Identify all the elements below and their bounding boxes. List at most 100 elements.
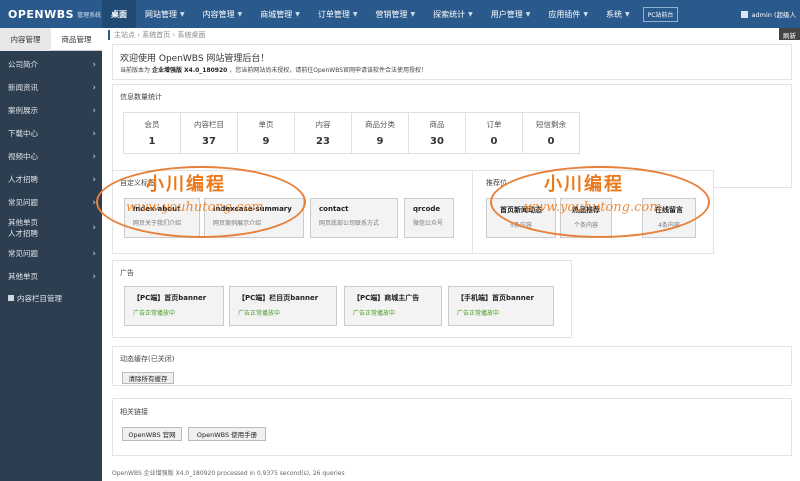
recommended-card[interactable]: 热品推荐 个条内容: [560, 198, 612, 238]
grid-icon: [8, 295, 14, 301]
sidebar-item-recruitment[interactable]: 人才招聘 ›: [0, 168, 102, 191]
nav-content-management[interactable]: 内容管理 ▼: [194, 0, 252, 28]
caret-down-icon: ▼: [295, 10, 300, 18]
openwbs-manual-link[interactable]: OpenWBS 使用手册: [188, 427, 266, 441]
sidebar-item-company-intro[interactable]: 公司简介 ›: [0, 53, 102, 76]
recommended-card[interactable]: 在线留言 4条内容: [642, 198, 696, 238]
nav-system[interactable]: 系统 ▼: [597, 0, 639, 28]
pc-frontend-link[interactable]: PC站前台: [642, 6, 679, 22]
caret-down-icon: ▼: [180, 10, 185, 18]
cache-title: 动态缓存(已关闭): [120, 355, 175, 363]
nav-order-management[interactable]: 订单管理 ▼: [309, 0, 367, 28]
nav-label: 内容管理: [202, 9, 235, 19]
stat-product-categories[interactable]: 商品分类 9: [351, 112, 409, 154]
ads-title: 广告: [120, 269, 134, 277]
recommended-title: 推荐位: [486, 179, 507, 187]
custom-label-card[interactable]: qrcode 微信公众号: [404, 198, 454, 238]
ad-status: 广告正常播放中: [133, 310, 176, 317]
card-desc: 网页底部公司联系方式: [319, 220, 380, 227]
stat-value: 23: [316, 136, 330, 147]
caret-down-icon: ▼: [237, 10, 243, 18]
user-icon: [740, 10, 748, 18]
top-bar: OPENWBS 管理系统 桌面 网站管理 ▼ 内容管理 ▼ 商城管理 ▼ 订单管理 ▼ …: [0, 0, 800, 28]
stat-contents[interactable]: 内容 23: [294, 112, 352, 154]
stat-value: 30: [430, 136, 444, 147]
ad-status: 广告正常播放中: [238, 310, 281, 317]
stat-pages[interactable]: 单页 9: [237, 112, 295, 154]
main-nav: 桌面 网站管理 ▼ 内容管理 ▼ 商城管理 ▼ 订单管理 ▼ 营销管理 ▼ 探索统计 ▼ 用…: [102, 0, 679, 28]
sidebar-item-downloads[interactable]: 下载中心 ›: [0, 122, 102, 145]
card-title: 【PC端】首页banner: [133, 294, 207, 302]
stat-label: 单页: [258, 120, 274, 129]
nav-mall-management[interactable]: 商城管理 ▼: [251, 0, 309, 28]
logo-subtitle: 管理系统: [77, 11, 102, 19]
sidebar-item-column-management[interactable]: 内容栏目管理: [0, 288, 102, 308]
sidebar-item-label: 公司简介: [8, 60, 38, 69]
caret-down-icon: ▼: [410, 10, 416, 18]
nav-label: 应用插件: [548, 9, 581, 19]
nav-site-management[interactable]: 网站管理 ▼: [136, 0, 194, 28]
chevron-right-icon: ›: [92, 271, 96, 282]
sidebar-item-cases[interactable]: 案例展示 ›: [0, 99, 102, 122]
sidebar-item-label: 其他单页: [8, 218, 38, 227]
sidebar-item-faq-2[interactable]: 常见问题 ›: [0, 242, 102, 265]
ad-card[interactable]: 【手机端】首页banner 广告正常播放中: [448, 286, 554, 326]
card-title: 【PC端】栏目页banner: [238, 294, 319, 302]
sidebar-item-news[interactable]: 新闻资讯 ›: [0, 76, 102, 99]
chevron-right-icon: ›: [92, 151, 96, 162]
ad-card[interactable]: 【PC端】首页banner 广告正常播放中: [124, 286, 224, 326]
card-title: qrcode: [413, 205, 441, 213]
breadcrumb-item[interactable]: 系统首页: [142, 30, 170, 40]
nav-plugins[interactable]: 应用插件 ▼: [539, 0, 597, 28]
clear-cache-button[interactable]: 清除所有缓存: [122, 372, 174, 384]
nav-desktop[interactable]: 桌面: [102, 0, 136, 28]
breadcrumb-item[interactable]: 主站点: [114, 30, 135, 40]
chevron-right-icon: ›: [92, 248, 96, 259]
sidebar-item-other-pages[interactable]: 其他单页 人才招聘 ›: [0, 214, 102, 242]
nav-label: 商城管理: [260, 9, 293, 19]
sidebar-item-label: 常见问题: [8, 198, 38, 207]
sidebar-item-label: 常见问题: [8, 249, 38, 258]
nav-marketing-management[interactable]: 营销管理 ▼: [367, 0, 425, 28]
custom-label-card[interactable]: index-about 网页关于我们介绍: [124, 198, 200, 238]
custom-label-card[interactable]: indexcase-summary 网页案例展示介绍: [204, 198, 304, 238]
card-title: contact: [319, 205, 349, 213]
openwbs-website-link[interactable]: OpenWBS 官网: [122, 427, 182, 441]
nav-label: 营销管理: [375, 9, 408, 19]
ad-card[interactable]: 【PC端】栏目页banner 广告正常播放中: [229, 286, 337, 326]
ad-status: 广告正常播放中: [353, 310, 396, 317]
user-name: admin (超级人: [751, 11, 796, 19]
card-title: 【手机端】首页banner: [457, 294, 534, 302]
tab-content-management[interactable]: 内容管理: [0, 28, 51, 51]
stat-label: 内容: [315, 120, 331, 129]
stat-members[interactable]: 会员 1: [123, 112, 181, 154]
welcome-suffix: ，您当前网站尚未授权，请前往OpenWBS官网申请该软件合法使用授权！: [229, 67, 428, 74]
sidebar-item-label: 案例展示: [8, 106, 38, 115]
sidebar-item-faq[interactable]: 常见问题 ›: [0, 191, 102, 214]
tab-product-management[interactable]: 商品管理: [51, 28, 102, 51]
sidebar-item-videos[interactable]: 视频中心 ›: [0, 145, 102, 168]
refresh-button[interactable]: 刷新: [779, 28, 800, 40]
chevron-right-icon: ›: [92, 105, 96, 116]
chevron-right-icon: ›: [92, 59, 96, 70]
sidebar-menu: 公司简介 › 新闻资讯 › 案例展示 › 下载中心 › 视频中心 › 人才招聘 › 常见问题…: [0, 53, 102, 308]
sidebar-item-label: 下载中心: [8, 129, 38, 138]
ad-card[interactable]: 【PC端】商城主广告 广告正常播放中: [344, 286, 442, 326]
stat-orders[interactable]: 订单 0: [465, 112, 523, 154]
stat-sms-remaining[interactable]: 短信剩余 0: [522, 112, 580, 154]
stat-value: 0: [490, 136, 498, 147]
caret-down-icon: ▼: [468, 10, 473, 18]
custom-label-card[interactable]: contact 网页底部公司联系方式: [310, 198, 398, 238]
nav-user-management[interactable]: 用户管理 ▼: [482, 0, 540, 28]
sidebar-item-other-pages-2[interactable]: 其他单页 ›: [0, 265, 102, 288]
logo-text: OPENWBS: [8, 7, 75, 21]
card-title: index-about: [133, 205, 181, 213]
caret-down-icon: ▼: [583, 10, 588, 18]
stat-columns[interactable]: 内容栏目 37: [180, 112, 238, 154]
nav-statistics[interactable]: 探索统计 ▼: [424, 0, 482, 28]
chevron-right-icon: ›: [92, 128, 96, 139]
recommended-card[interactable]: 首页新闻动态 5条内容: [486, 198, 556, 238]
user-menu[interactable]: admin (超级人: [740, 0, 796, 28]
stat-products[interactable]: 商品 30: [408, 112, 466, 154]
card-desc: 5条内容: [510, 222, 532, 229]
